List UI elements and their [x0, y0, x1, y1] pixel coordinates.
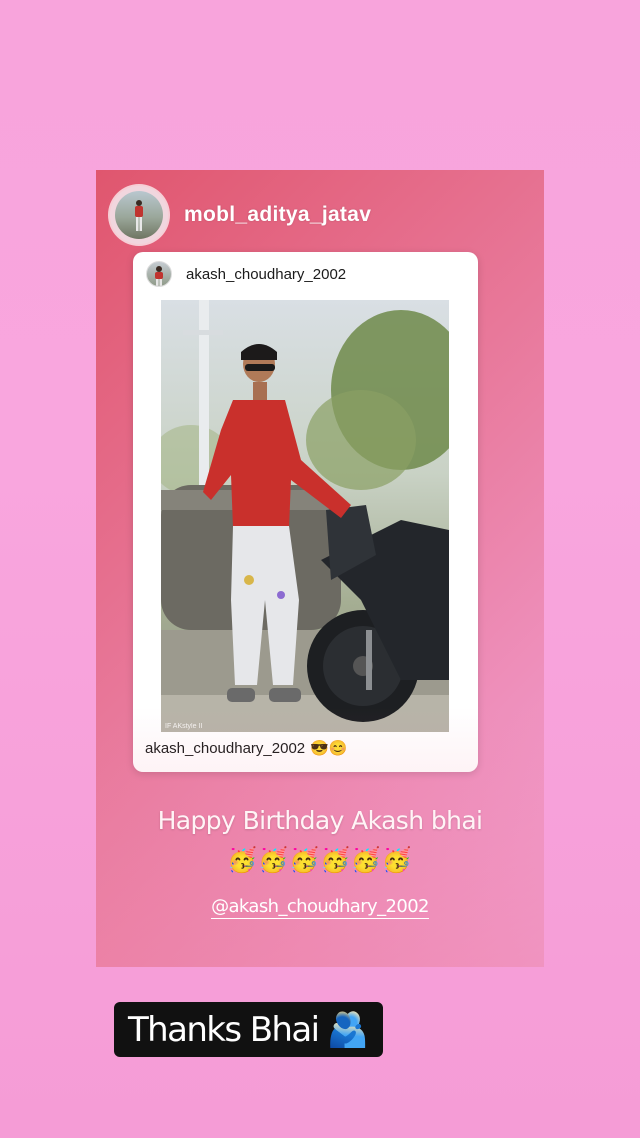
- post-photo-illustration: [161, 300, 449, 732]
- mention-link[interactable]: @akash_choudhary_2002: [96, 896, 544, 919]
- reply-text-sticker[interactable]: Thanks Bhai 🫂: [114, 1002, 383, 1057]
- caption-emojis: 😎😊: [310, 740, 348, 757]
- avatar-figure-icon: [135, 200, 143, 231]
- post-header[interactable]: akash_choudhary_2002: [146, 261, 346, 287]
- reply-text: Thanks Bhai: [128, 1009, 320, 1050]
- story-avatar-photo: [115, 191, 163, 239]
- shared-post-card[interactable]: akash_choudhary_2002 IF AKstyle II akash…: [133, 252, 478, 772]
- story-avatar[interactable]: [110, 186, 168, 244]
- story-header[interactable]: mobl_aditya_jatav: [110, 186, 371, 244]
- hug-emoji-icon: 🫂: [326, 1010, 369, 1049]
- birthday-text: Happy Birthday Akash bhai: [157, 806, 483, 835]
- mention-text[interactable]: @akash_choudhary_2002: [211, 896, 430, 919]
- post-avatar-figure-icon: [155, 266, 163, 286]
- post-avatar[interactable]: [146, 261, 172, 287]
- party-emojis: 🥳🥳🥳🥳🥳🥳: [227, 847, 413, 874]
- story-card: mobl_aditya_jatav akash_choudhary_2002 I…: [96, 170, 544, 967]
- post-caption: akash_choudhary_2002 😎😊: [145, 739, 348, 758]
- post-username[interactable]: akash_choudhary_2002: [186, 266, 346, 283]
- photo-watermark: IF AKstyle II: [165, 723, 203, 730]
- story-username[interactable]: mobl_aditya_jatav: [184, 203, 371, 227]
- post-photo[interactable]: IF AKstyle II: [161, 300, 449, 732]
- caption-username[interactable]: akash_choudhary_2002: [145, 740, 305, 757]
